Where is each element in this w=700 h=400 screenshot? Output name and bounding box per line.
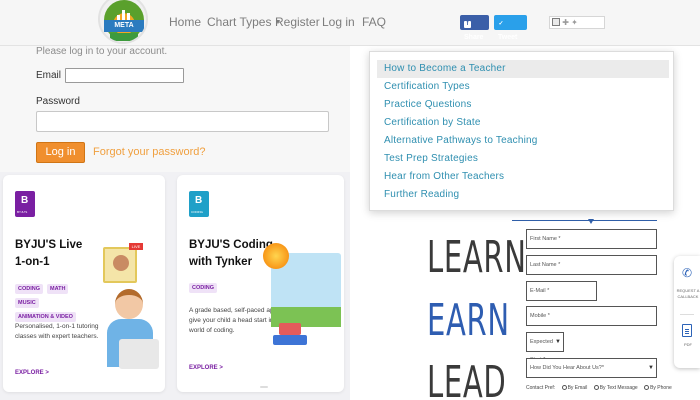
nav-chart-types-link[interactable]: Chart Types ▼ bbox=[207, 15, 281, 29]
menu-item-certification-types[interactable]: Certification Types bbox=[377, 78, 669, 96]
widget-divider bbox=[680, 314, 694, 315]
login-hint-text: Please log in to your account. bbox=[36, 46, 168, 57]
card-chips: CODING bbox=[189, 283, 269, 293]
request-callback-label: REQUEST A CALLBACK bbox=[676, 288, 700, 299]
tweet-label: Tweet bbox=[498, 34, 518, 41]
card-title-line1: BYJU'S Live bbox=[15, 239, 83, 251]
twitter-bird-icon: ✓ bbox=[498, 21, 504, 27]
chip: CODING bbox=[15, 284, 43, 294]
share-label: Share bbox=[464, 34, 484, 41]
callback-widget[interactable]: ✆ REQUEST A CALLBACK PDF bbox=[674, 256, 700, 368]
facebook-share-button[interactable]: f Share bbox=[460, 15, 489, 41]
sun-icon bbox=[263, 243, 289, 269]
explore-link[interactable]: EXPLORE > bbox=[15, 370, 49, 376]
card-title-line2: 1-on-1 bbox=[15, 256, 50, 268]
first-name-input[interactable]: First Name * bbox=[526, 229, 657, 249]
explore-link[interactable]: EXPLORE > bbox=[189, 365, 223, 371]
forgot-password-link[interactable]: Forgot your password? bbox=[93, 146, 206, 158]
carousel-indicator bbox=[260, 386, 268, 388]
byjus-coding-logo-icon: CODING bbox=[189, 191, 209, 217]
heard-about-label: How Did You Hear About Us?* bbox=[530, 365, 604, 371]
radio-phone[interactable] bbox=[644, 385, 650, 390]
menu-item-certification-by-state[interactable]: Certification by State bbox=[377, 114, 669, 132]
top-navbar: META Home Chart Types ▼ Register Log in F… bbox=[0, 0, 700, 46]
nav-chart-types-label: Chart Types bbox=[207, 15, 272, 29]
byjus-logo-icon: BYJU'S bbox=[15, 191, 35, 217]
logo-text: META bbox=[104, 20, 144, 32]
email-label: Email bbox=[36, 70, 62, 81]
thumbs-up-icon: ✚ bbox=[562, 18, 569, 27]
login-panel: Please log in to your account. Email Pas… bbox=[0, 46, 350, 172]
pdf-label: PDF bbox=[684, 342, 692, 347]
promo-word-learn: LEARN bbox=[427, 232, 527, 283]
promo-word-earn: EARN bbox=[427, 295, 510, 346]
radio-text-label: By Text Message bbox=[599, 385, 638, 391]
chip: CODING bbox=[189, 283, 217, 293]
email-input[interactable] bbox=[65, 68, 184, 83]
menu-item-become-teacher[interactable]: How to Become a Teacher bbox=[377, 60, 669, 78]
heard-about-select[interactable]: How Did You Hear About Us?* ▼ bbox=[526, 358, 657, 378]
nav-home-link[interactable]: Home bbox=[169, 15, 201, 29]
menu-item-further-reading[interactable]: Further Reading bbox=[377, 186, 669, 204]
laptop-icon bbox=[119, 339, 159, 369]
tutoring-illustration: LIVE bbox=[101, 243, 163, 383]
code-block-blue bbox=[273, 335, 307, 345]
radio-email[interactable] bbox=[561, 385, 567, 390]
coding-game-illustration bbox=[263, 237, 343, 347]
card-description: Personalised, 1-on-1 tutoring classes wi… bbox=[15, 323, 99, 340]
radio-phone-label: By Phone bbox=[650, 385, 672, 391]
document-icon[interactable] bbox=[682, 324, 692, 337]
chip: ANIMATION & VIDEO bbox=[15, 312, 76, 322]
password-label: Password bbox=[36, 96, 80, 107]
card-title: BYJU'S Live 1-on-1 bbox=[15, 237, 110, 271]
chip: MATH bbox=[47, 284, 69, 294]
arrow-down-icon bbox=[588, 219, 594, 224]
password-input[interactable] bbox=[36, 111, 329, 132]
expected-start-select[interactable]: Expected Start *▼ bbox=[526, 332, 564, 363]
form-divider bbox=[512, 220, 657, 221]
radio-text[interactable] bbox=[593, 385, 599, 390]
menu-item-test-prep[interactable]: Test Prep Strategies bbox=[377, 150, 669, 168]
nav-faq-link[interactable]: FAQ bbox=[362, 15, 386, 29]
menu-item-alternative-pathways[interactable]: Alternative Pathways to Teaching bbox=[377, 132, 669, 150]
contact-preference: Contact Pref: By Email By Text Message B… bbox=[526, 385, 672, 391]
live-badge: LIVE bbox=[129, 243, 143, 250]
tweet-button[interactable]: ✓ Tweet bbox=[494, 15, 527, 41]
radio-email-label: By Email bbox=[567, 385, 588, 391]
mobile-input[interactable]: Mobile * bbox=[526, 306, 657, 326]
course-card-coding[interactable]: CODING BYJU'S Codingwith Tynker CODING A… bbox=[177, 175, 344, 392]
select-caret-icon: ▼ bbox=[648, 365, 654, 371]
card-title-line1: BYJU'S Coding bbox=[189, 239, 273, 251]
nav-register-link[interactable]: Register bbox=[275, 15, 320, 29]
menu-item-practice-questions[interactable]: Practice Questions bbox=[377, 96, 669, 114]
thumbs-down-icon: ✦ bbox=[571, 18, 578, 27]
card-chips: CODING MATH MUSIC ANIMATION & VIDEO bbox=[15, 284, 95, 322]
facebook-icon: f bbox=[464, 21, 471, 28]
vote-widget[interactable]: ✚ ✦ bbox=[549, 16, 605, 29]
course-card-live[interactable]: BYJU'S BYJU'S Live 1-on-1 CODING MATH MUS… bbox=[3, 175, 165, 392]
chip: MUSIC bbox=[15, 298, 39, 308]
chart-types-dropdown: How to Become a Teacher Certification Ty… bbox=[369, 51, 674, 211]
nav-login-link[interactable]: Log in bbox=[322, 15, 355, 29]
card-title-line2: with Tynker bbox=[189, 256, 253, 268]
contact-pref-label: Contact Pref bbox=[526, 385, 554, 391]
menu-item-hear-from-teachers[interactable]: Hear from Other Teachers bbox=[377, 168, 669, 186]
student-head bbox=[115, 289, 143, 319]
video-call-tablet bbox=[103, 247, 137, 283]
code-block-red bbox=[279, 323, 301, 335]
widget-checkbox-icon bbox=[552, 18, 560, 26]
email-field[interactable]: E-Mail * bbox=[526, 281, 597, 301]
logo-ribbon bbox=[110, 33, 138, 41]
select-caret-icon: ▼ bbox=[555, 339, 561, 345]
site-logo[interactable]: META bbox=[98, 0, 148, 44]
login-button[interactable]: Log in bbox=[36, 142, 85, 163]
phone-icon[interactable]: ✆ bbox=[682, 266, 692, 280]
promo-word-lead: LEAD bbox=[427, 357, 507, 400]
last-name-input[interactable]: Last Name * bbox=[526, 255, 657, 275]
